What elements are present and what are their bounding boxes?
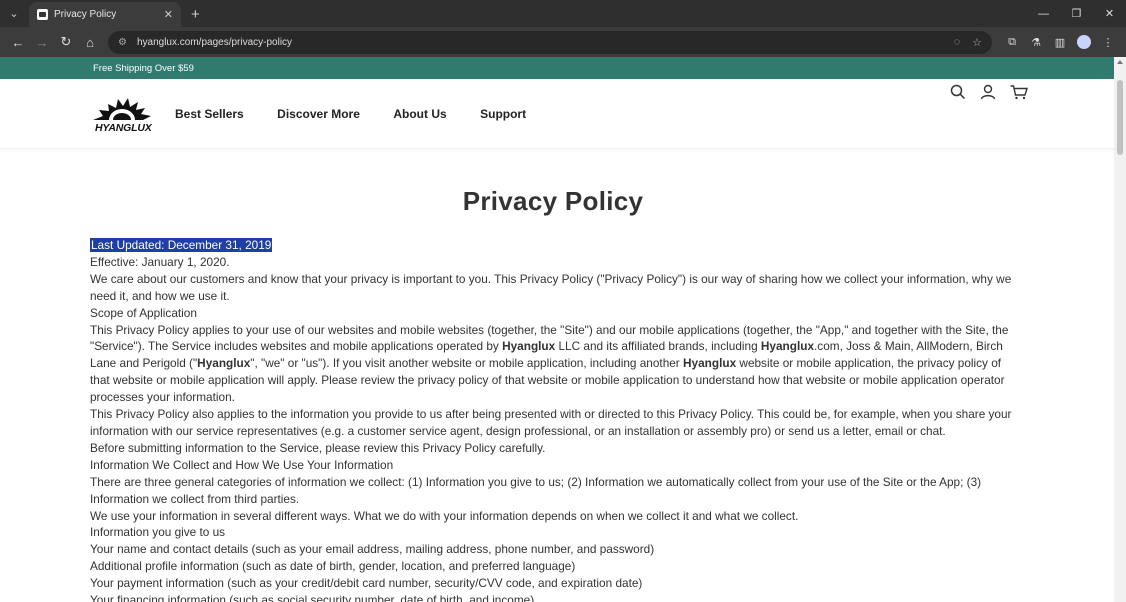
tab-search-icon[interactable]: ⌄ (0, 0, 28, 27)
eye-off-icon[interactable]: ◌ (954, 36, 961, 48)
header-icons (950, 84, 1028, 100)
browser-tab-strip: ⌄ Privacy Policy ✕ + — ❐ ✕ (0, 0, 1126, 27)
minimize-icon[interactable]: — (1027, 8, 1060, 20)
use-paragraph: We use your information in several diffe… (90, 508, 799, 523)
page-scrollbar[interactable] (1114, 57, 1126, 602)
reload-icon[interactable]: ↻ (54, 34, 78, 50)
account-icon[interactable] (980, 84, 996, 100)
promo-bar: Free Shipping Over $59 (0, 57, 1126, 79)
browser-tab[interactable]: Privacy Policy ✕ (29, 2, 181, 27)
nav-support[interactable]: Support (480, 107, 526, 121)
url-text: hyanglux.com/pages/privacy-policy (136, 36, 293, 48)
site-info-icon[interactable]: ⚙ (118, 37, 127, 48)
profile-avatar-icon[interactable] (1077, 35, 1091, 49)
review-paragraph: Before submitting information to the Ser… (90, 440, 546, 455)
side-panel-icon[interactable]: ▥ (1048, 36, 1072, 49)
page-viewport: Free Shipping Over $59 HYANGLUX Best Sel… (0, 57, 1126, 602)
favicon-icon (37, 9, 48, 20)
browser-toolbar: ← → ↻ ⌂ ⚙ hyanglux.com/pages/privacy-pol… (0, 27, 1126, 57)
scroll-up-icon[interactable] (1117, 60, 1123, 64)
restore-icon[interactable]: ❐ (1060, 7, 1093, 20)
list-item: Your financing information (such as soci… (90, 593, 535, 602)
list-item: Additional profile information (such as … (90, 559, 576, 574)
search-icon[interactable] (950, 84, 966, 100)
brand-logo[interactable]: HYANGLUX (89, 90, 155, 138)
main-content: Privacy Policy Last Updated: December 31… (0, 186, 1016, 602)
policy-body: Last Updated: December 31, 2019 Effectiv… (90, 237, 1016, 602)
site-header: HYANGLUX Best Sellers Discover More Abou… (0, 79, 1126, 149)
scrollbar-thumb[interactable] (1117, 80, 1123, 155)
scope-heading: Scope of Application (90, 305, 197, 320)
new-tab-icon[interactable]: + (191, 6, 200, 23)
promo-text: Free Shipping Over $59 (93, 62, 194, 74)
scope-paragraph: This Privacy Policy applies to your use … (90, 322, 1009, 405)
last-updated-highlight: Last Updated: December 31, 2019 (90, 238, 273, 252)
logo-sun-icon (93, 97, 151, 120)
home-icon[interactable]: ⌂ (78, 35, 102, 50)
window-controls: — ❐ ✕ (1027, 0, 1126, 27)
forward-icon[interactable]: → (30, 35, 54, 50)
logo-text: HYANGLUX (95, 121, 152, 134)
give-heading: Information you give to us (90, 525, 226, 540)
extensions-icon[interactable]: ⧉ (1000, 36, 1024, 49)
list-item: Your payment information (such as your c… (90, 576, 643, 591)
bookmark-star-icon[interactable]: ☆ (972, 36, 982, 49)
collect-heading: Information We Collect and How We Use Yo… (90, 457, 394, 472)
intro-paragraph: We care about our customers and know tha… (90, 271, 1012, 303)
tab-title: Privacy Policy (54, 9, 117, 20)
categories-paragraph: There are three general categories of in… (90, 474, 982, 506)
effective-date: Effective: January 1, 2020. (90, 254, 230, 269)
page-title: Privacy Policy (462, 186, 644, 216)
list-item: Your name and contact details (such as y… (90, 542, 655, 557)
menu-kebab-icon[interactable]: ⋮ (1096, 36, 1120, 49)
labs-icon[interactable]: ⚗ (1024, 36, 1048, 49)
nav-best-sellers[interactable]: Best Sellers (175, 107, 244, 121)
nav-discover-more[interactable]: Discover More (277, 107, 360, 121)
nav-about-us[interactable]: About Us (393, 107, 446, 121)
close-tab-icon[interactable]: ✕ (164, 8, 173, 21)
applies-paragraph: This Privacy Policy also applies to the … (90, 407, 1012, 438)
back-icon[interactable]: ← (6, 35, 30, 50)
close-window-icon[interactable]: ✕ (1093, 7, 1126, 20)
main-nav: Best Sellers Discover More About Us Supp… (175, 105, 555, 123)
cart-icon[interactable] (1010, 84, 1028, 100)
address-bar[interactable]: ⚙ hyanglux.com/pages/privacy-policy ◌ ☆ (108, 30, 992, 54)
